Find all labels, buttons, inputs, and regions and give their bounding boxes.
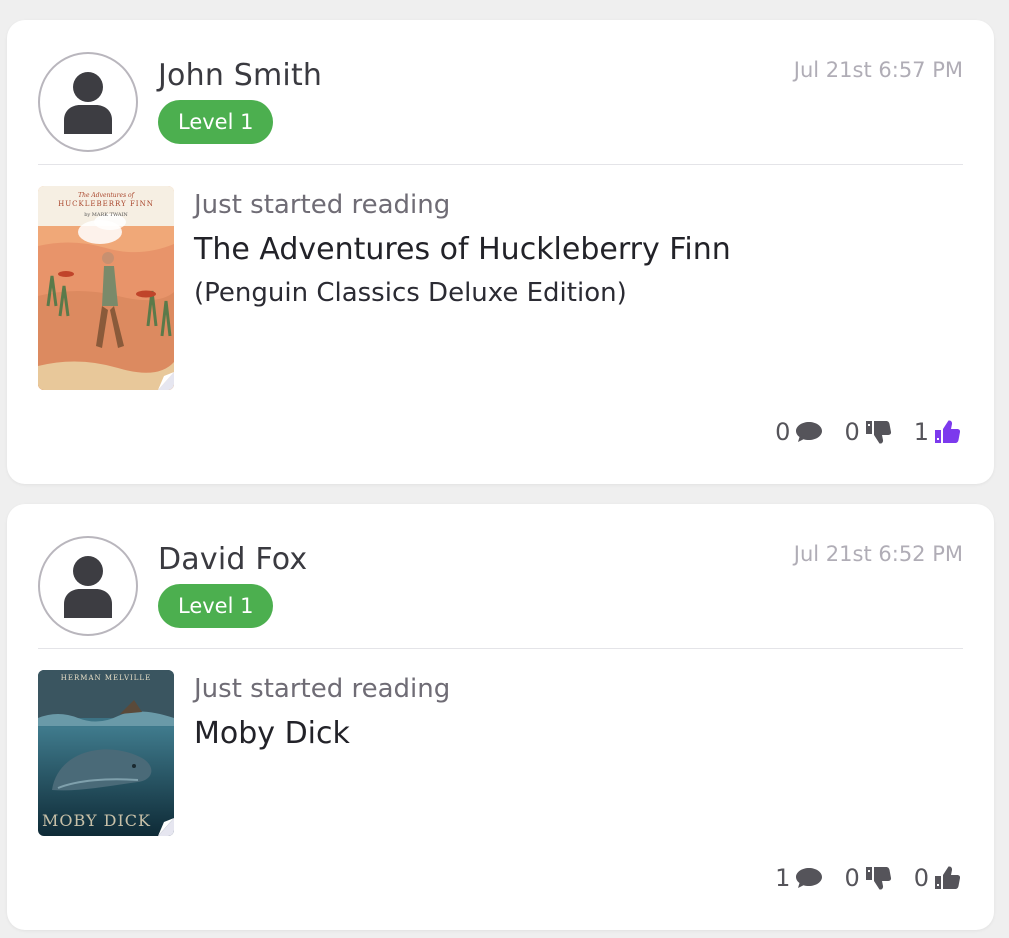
post-timestamp: Jul 21st 6:52 PM: [793, 542, 963, 566]
book-title[interactable]: Moby Dick: [194, 716, 350, 751]
book-cover[interactable]: HERMAN MELVILLE MOBY DICK: [38, 670, 174, 836]
like-button[interactable]: 1: [914, 418, 963, 446]
activity-feed: John Smith Level 1 Jul 21st 6:57 PM The …: [0, 0, 1009, 938]
activity-label: Just started reading: [194, 190, 451, 220]
user-avatar[interactable]: [38, 52, 138, 152]
book-title[interactable]: The Adventures of Huckleberry Finn: [194, 232, 731, 267]
cover-text-main: HUCKLEBERRY FINN: [58, 200, 154, 208]
like-count: 0: [913, 864, 929, 892]
comment-icon: [796, 422, 823, 442]
divider: [38, 164, 963, 165]
comments-button[interactable]: 1: [775, 864, 824, 892]
like-button[interactable]: 0: [914, 864, 963, 892]
thumbs-down-icon: [865, 867, 891, 890]
feed-card: David Fox Level 1 Jul 21st 6:52 PM HERMA…: [7, 504, 994, 930]
thumbs-down-icon: [865, 421, 891, 444]
cover-text-author: by MARK TWAIN: [84, 212, 128, 218]
feed-card: John Smith Level 1 Jul 21st 6:57 PM The …: [7, 20, 994, 484]
dislike-button[interactable]: 0: [844, 864, 893, 892]
activity-label: Just started reading: [194, 674, 451, 704]
comment-icon: [796, 868, 823, 888]
divider: [38, 648, 963, 649]
book-subtitle: (Penguin Classics Deluxe Edition): [194, 278, 627, 308]
book-cover[interactable]: The Adventures of HUCKLEBERRY FINN by MA…: [38, 186, 174, 390]
user-avatar[interactable]: [38, 536, 138, 636]
cover-text-main: MOBY DICK: [42, 811, 151, 830]
thumbs-up-icon: [935, 866, 961, 889]
thumbs-up-icon: [935, 420, 961, 443]
dislike-count: 0: [844, 864, 860, 892]
user-icon: [64, 72, 112, 134]
level-badge: Level 1: [158, 584, 274, 628]
comments-button[interactable]: 0: [775, 418, 824, 446]
like-count: 1: [913, 418, 929, 446]
cover-text-top: HERMAN MELVILLE: [60, 674, 152, 682]
comment-count: 1: [775, 864, 791, 892]
comment-count: 0: [775, 418, 791, 446]
user-name[interactable]: David Fox: [158, 542, 307, 577]
level-badge: Level 1: [158, 100, 274, 144]
user-icon: [64, 556, 112, 618]
dislike-count: 0: [844, 418, 860, 446]
post-stats: 0 0 1: [775, 418, 963, 446]
post-timestamp: Jul 21st 6:57 PM: [793, 58, 963, 82]
cover-text-top: The Adventures of: [78, 192, 134, 199]
dislike-button[interactable]: 0: [844, 418, 893, 446]
user-name[interactable]: John Smith: [158, 58, 322, 93]
post-stats: 1 0 0: [775, 864, 963, 892]
